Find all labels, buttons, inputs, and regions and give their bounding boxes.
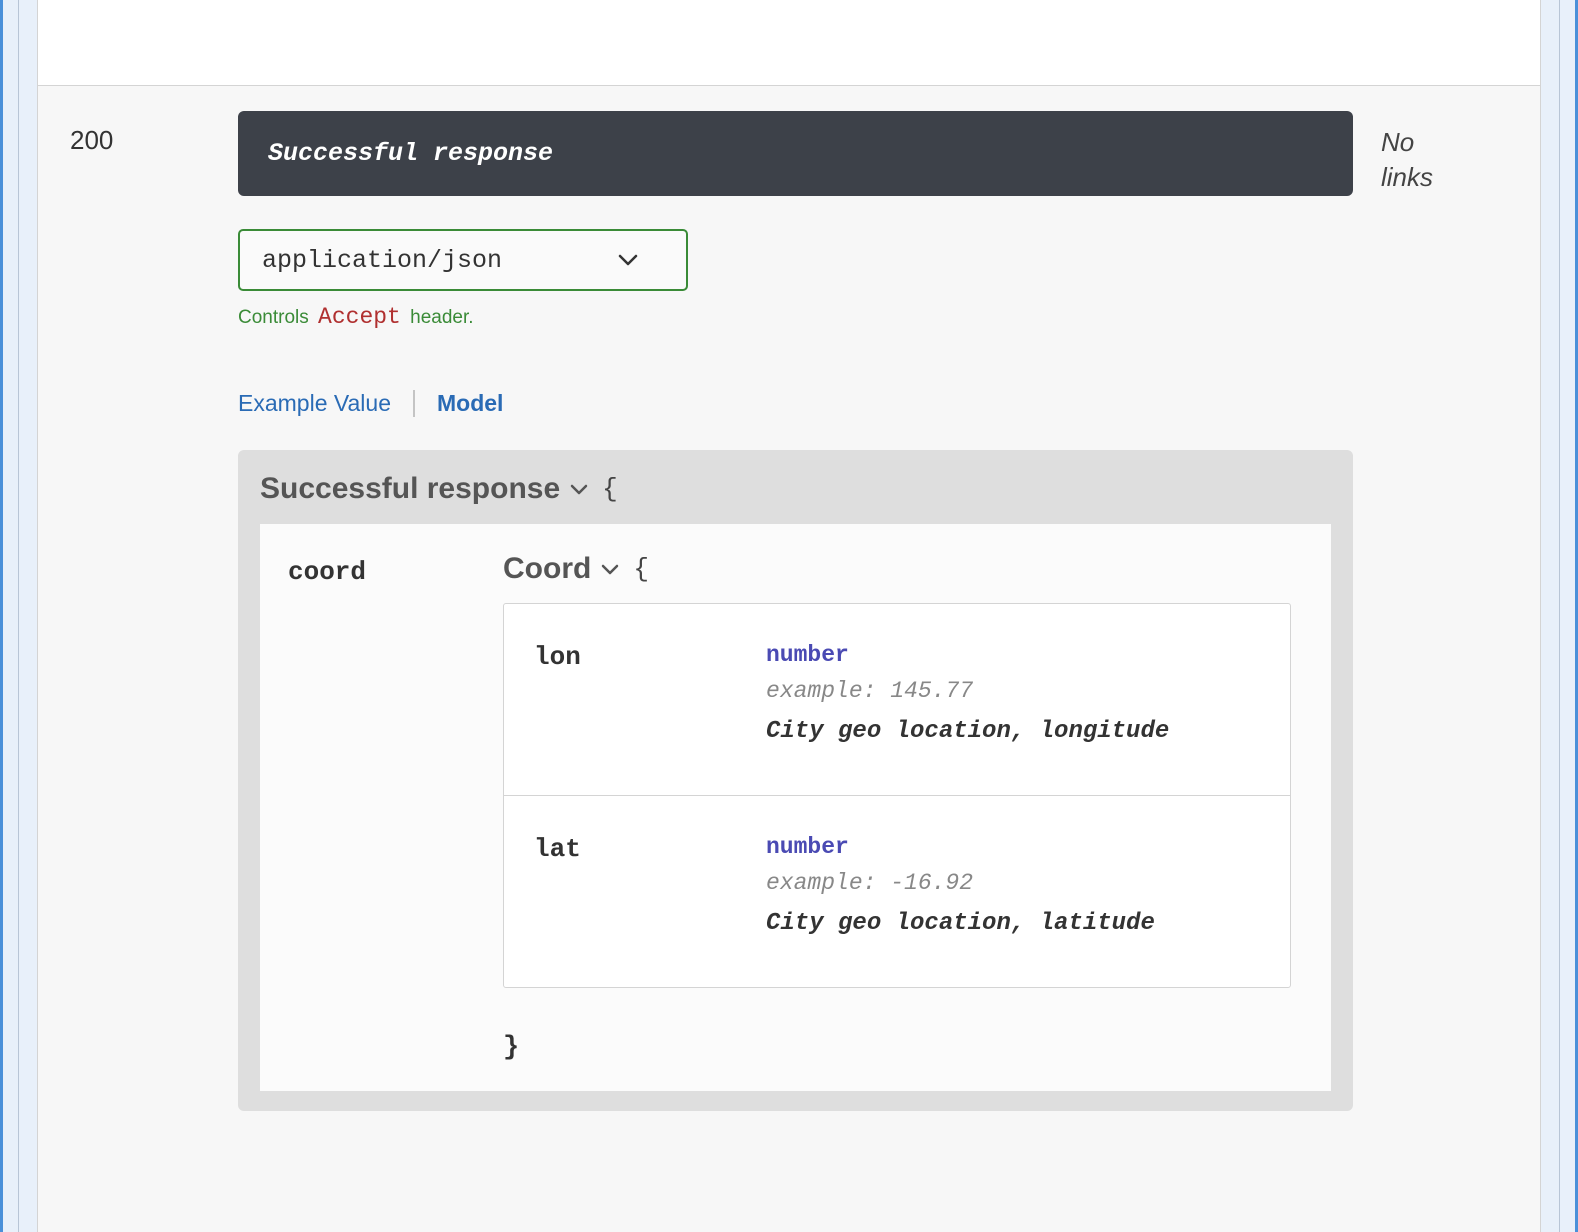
links-column: No links bbox=[1353, 111, 1453, 195]
response-description: Successful response bbox=[238, 111, 1353, 196]
field-details-lat: number example: -16.92 City geo location… bbox=[766, 834, 1260, 937]
status-code: 200 bbox=[68, 111, 238, 156]
nested-header-coord[interactable]: Coord { bbox=[503, 552, 1331, 586]
field-type-lon: number bbox=[766, 642, 1260, 668]
controls-suffix: header. bbox=[410, 307, 473, 328]
controls-accept: Accept bbox=[318, 304, 401, 330]
model-header[interactable]: Successful response { bbox=[260, 450, 1331, 524]
model-title: Successful response bbox=[260, 472, 560, 506]
chevron-down-icon bbox=[618, 254, 638, 266]
content-type-value: application/json bbox=[262, 246, 502, 275]
tab-model[interactable]: Model bbox=[413, 390, 525, 417]
model-body: coord Coord { bbox=[260, 524, 1331, 1091]
field-details-lon: number example: 145.77 City geo location… bbox=[766, 642, 1260, 745]
field-type-lat: number bbox=[766, 834, 1260, 860]
chevron-down-icon bbox=[570, 484, 588, 495]
nested-close-brace: } bbox=[503, 1033, 1331, 1063]
page-mid: 200 Successful response application/json… bbox=[18, 0, 1560, 1232]
field-name-lon: lon bbox=[534, 642, 766, 745]
nested-open-brace: { bbox=[633, 554, 649, 584]
nested-table-coord: lon number example: 145.77 City geo loca… bbox=[503, 603, 1291, 988]
controls-prefix: Controls bbox=[238, 307, 309, 328]
response-section: 200 Successful response application/json… bbox=[37, 85, 1541, 1232]
field-desc-lon: City geo location, longitude bbox=[766, 718, 1260, 745]
response-row: 200 Successful response application/json… bbox=[68, 111, 1510, 1111]
content-type-select[interactable]: application/json bbox=[238, 229, 688, 291]
response-tabs: Example Value Model bbox=[238, 390, 1353, 417]
field-example-lon: example: 145.77 bbox=[766, 678, 1260, 704]
page-outer: 200 Successful response application/json… bbox=[0, 0, 1578, 1232]
prop-value-coord: Coord { lon bbox=[503, 552, 1331, 1063]
tab-example-value[interactable]: Example Value bbox=[238, 390, 413, 417]
field-desc-lat: City geo location, latitude bbox=[766, 910, 1260, 937]
field-example-lat: example: -16.92 bbox=[766, 870, 1260, 896]
model-container: Successful response { coord bbox=[238, 450, 1353, 1111]
nested-title-coord: Coord bbox=[503, 552, 591, 586]
prop-name-coord: coord bbox=[288, 552, 503, 587]
top-spacer bbox=[37, 0, 1541, 85]
controls-hint: Controls Accept header. bbox=[238, 304, 1353, 330]
field-row-lon: lon number example: 145.77 City geo loca… bbox=[504, 604, 1290, 795]
field-name-lat: lat bbox=[534, 834, 766, 937]
model-prop-coord: coord Coord { bbox=[288, 552, 1331, 1063]
response-main-column: Successful response application/json Con… bbox=[238, 111, 1353, 1111]
field-row-lat: lat number example: -16.92 City geo loca… bbox=[504, 795, 1290, 987]
chevron-down-icon bbox=[601, 564, 619, 575]
model-open-brace: { bbox=[602, 474, 618, 504]
